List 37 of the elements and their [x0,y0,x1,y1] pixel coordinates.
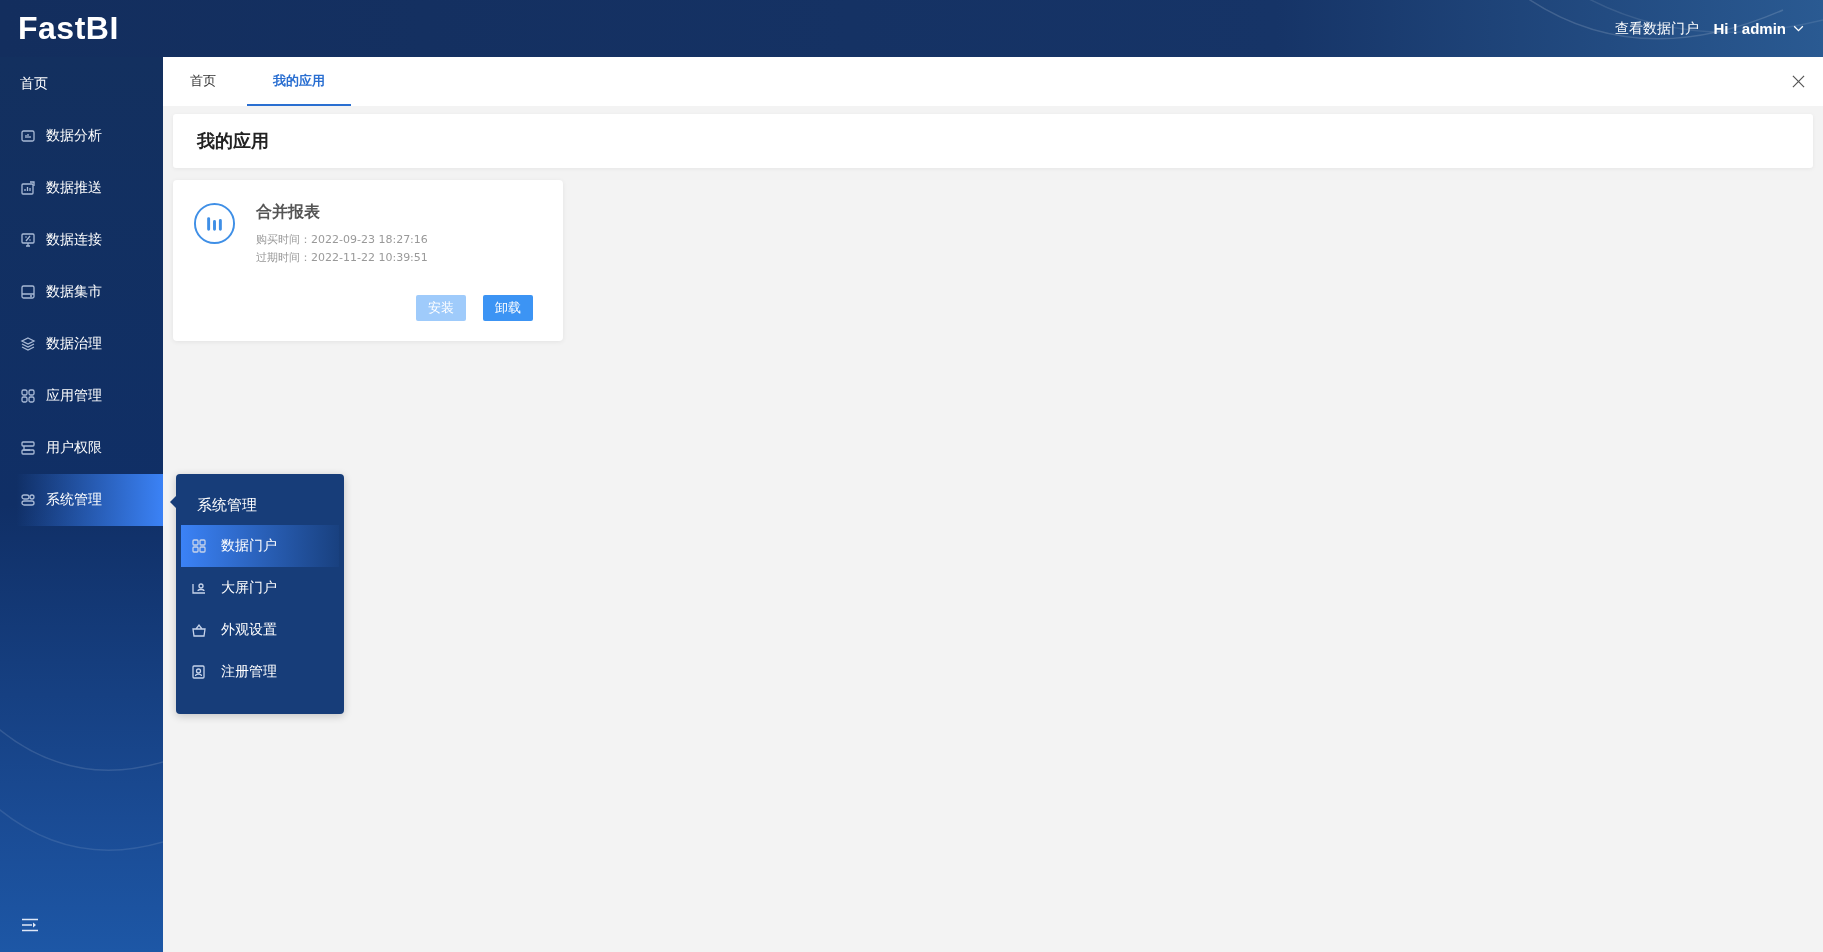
chart-icon [20,128,36,144]
grid-icon [191,538,207,554]
sidebar-item[interactable]: 首页 [0,58,163,110]
display-icon [20,284,36,300]
bar-chart-icon [20,180,36,196]
submenu-item[interactable]: 注册管理 [181,651,339,693]
portal-link[interactable]: 查看数据门户 [1615,19,1700,38]
monitor-icon [20,232,36,248]
screen-user-icon [191,580,207,596]
page-title: 我的应用 [197,129,269,153]
grid-icon [20,388,36,404]
sidebar-item[interactable]: 数据推送 [0,162,163,214]
tab[interactable]: 我的应用 [247,57,351,106]
submenu-item[interactable]: 外观设置 [181,609,339,651]
menu-icon[interactable] [21,918,39,932]
purchase-time: 购买时间：2022-09-23 18:27:16 [256,232,428,247]
user-list-icon [20,440,36,456]
submenu-item[interactable]: 大屏门户 [181,567,339,609]
sidebar-item[interactable]: 用户权限 [0,422,163,474]
tab[interactable]: 首页 [171,57,235,106]
app-name: 合并报表 [256,202,321,223]
submenu-item[interactable]: 数据门户 [181,525,339,567]
expiry-time: 过期时间：2022-11-22 10:39:51 [256,250,428,265]
close-icon[interactable] [1792,75,1805,88]
user-badge-icon [191,664,207,680]
logo: FastBI [18,10,119,47]
settings-icon [20,492,36,508]
basket-icon [191,622,207,638]
sidebar-item[interactable]: 数据分析 [0,110,163,162]
layers-icon [20,336,36,352]
sidebar-item[interactable]: 应用管理 [0,370,163,422]
sidebar-item[interactable]: 数据治理 [0,318,163,370]
bar-chart-icon [193,202,236,245]
user-menu[interactable]: Hi ! admin [1713,20,1805,37]
submenu-title: 系统管理 [196,495,258,516]
sidebar-item[interactable]: 数据集市 [0,266,163,318]
sidebar-item[interactable]: 数据连接 [0,214,163,266]
